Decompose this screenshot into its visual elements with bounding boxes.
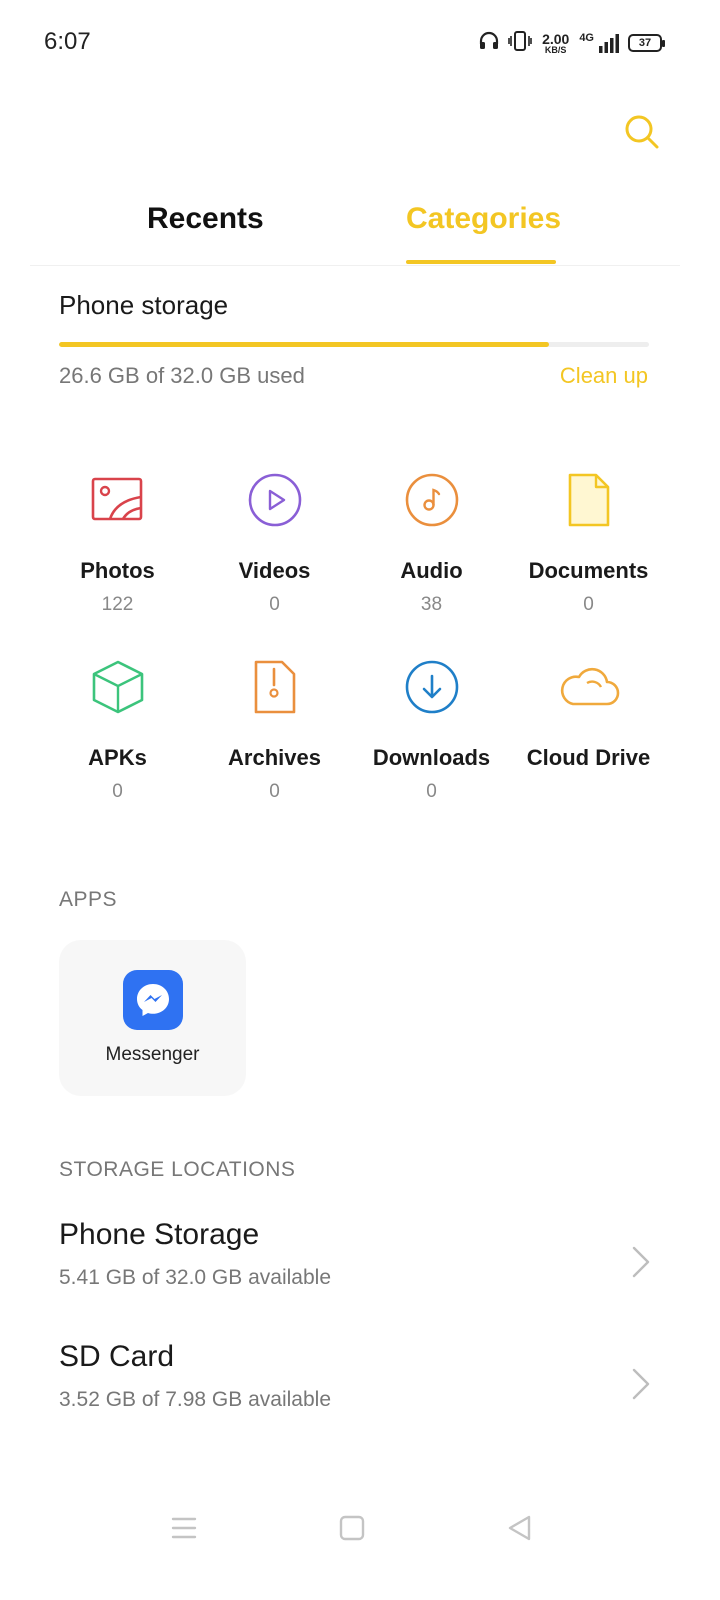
navigation-bar [0, 1488, 720, 1568]
battery-level: 37 [638, 37, 652, 49]
back-button[interactable] [500, 1508, 540, 1548]
category-archives[interactable]: Archives 0 [196, 655, 353, 803]
category-documents[interactable]: Documents 0 [510, 468, 667, 616]
storage-location-detail: 5.41 GB of 32.0 GB available [59, 1266, 332, 1289]
status-bar: 6:07 2.00 KB/S 4G 37 [0, 0, 720, 86]
status-icons: 2.00 KB/S 4G 37 [478, 28, 665, 58]
search-button[interactable] [620, 110, 664, 154]
category-label: Cloud Drive [526, 745, 651, 770]
category-count: 0 [269, 781, 280, 802]
storage-location-sd-card[interactable]: SD Card 3.52 GB of 7.98 GB available [59, 1340, 659, 1440]
chevron-right-icon [632, 1246, 650, 1278]
storage-usage-text: 26.6 GB of 32.0 GB used [59, 363, 305, 388]
storage-location-detail: 3.52 GB of 7.98 GB available [59, 1388, 332, 1411]
app-messenger[interactable]: Messenger [59, 940, 246, 1096]
storage-location-name: Phone Storage [59, 1218, 260, 1251]
category-cloud-drive[interactable]: Cloud Drive [510, 655, 667, 781]
category-count: 0 [583, 594, 594, 615]
network-speed-value: 2.00 [542, 30, 570, 47]
menu-icon [171, 1517, 197, 1539]
category-downloads[interactable]: Downloads 0 [353, 655, 510, 803]
home-icon [339, 1515, 365, 1541]
category-count: 38 [420, 594, 443, 615]
archive-icon [243, 655, 307, 719]
category-videos[interactable]: Videos 0 [196, 468, 353, 616]
home-button[interactable] [332, 1508, 372, 1548]
signal-4g-icon: 4G [579, 32, 620, 54]
category-audio[interactable]: Audio 38 [353, 468, 510, 616]
tab-recents[interactable]: Recents [147, 202, 264, 266]
messenger-icon [122, 970, 183, 1030]
storage-progress-fill [59, 342, 549, 347]
chevron-right-icon [632, 1368, 650, 1400]
back-icon [508, 1515, 531, 1541]
storage-progress-bar [59, 342, 649, 347]
document-icon [557, 468, 621, 532]
storage-locations-heading: STORAGE LOCATIONS [59, 1158, 296, 1181]
network-speed: 2.00 KB/S [542, 32, 569, 55]
menu-button[interactable] [164, 1508, 204, 1548]
play-icon [243, 468, 307, 532]
battery-icon: 37 [628, 34, 665, 52]
category-label: Archives [228, 745, 321, 770]
apps-heading: APPS [59, 888, 118, 911]
network-speed-unit: KB/S [544, 44, 567, 55]
vibrate-icon [508, 30, 532, 57]
photo-icon [86, 468, 150, 532]
download-icon [400, 655, 464, 719]
status-time: 6:07 [44, 28, 91, 55]
category-apks[interactable]: APKs 0 [39, 655, 196, 803]
category-label: Documents [528, 558, 649, 583]
music-note-icon [400, 468, 464, 532]
network-type: 4G [579, 32, 594, 44]
tab-active-indicator [406, 260, 556, 264]
category-count: 0 [426, 781, 437, 802]
category-label: Photos [80, 558, 155, 583]
category-label: Audio [400, 558, 463, 583]
category-label: Downloads [372, 745, 491, 770]
tab-categories[interactable]: Categories [406, 202, 561, 266]
category-label: Videos [238, 558, 311, 583]
storage-title: Phone storage [59, 290, 229, 320]
category-label: APKs [88, 745, 147, 770]
category-count: 0 [112, 781, 123, 802]
search-icon [625, 115, 659, 149]
storage-location-name: SD Card [59, 1340, 175, 1373]
app-name: Messenger [105, 1044, 200, 1065]
category-photos[interactable]: Photos 122 [39, 468, 196, 616]
cloud-icon [557, 655, 621, 719]
category-count: 122 [101, 594, 134, 615]
clean-up-button[interactable]: Clean up [560, 363, 648, 389]
storage-location-phone[interactable]: Phone Storage 5.41 GB of 32.0 GB availab… [59, 1218, 659, 1318]
category-count: 0 [269, 594, 280, 615]
headphones-icon [478, 30, 500, 57]
tab-bar: Recents Categories [30, 180, 680, 266]
cube-icon [86, 655, 150, 719]
